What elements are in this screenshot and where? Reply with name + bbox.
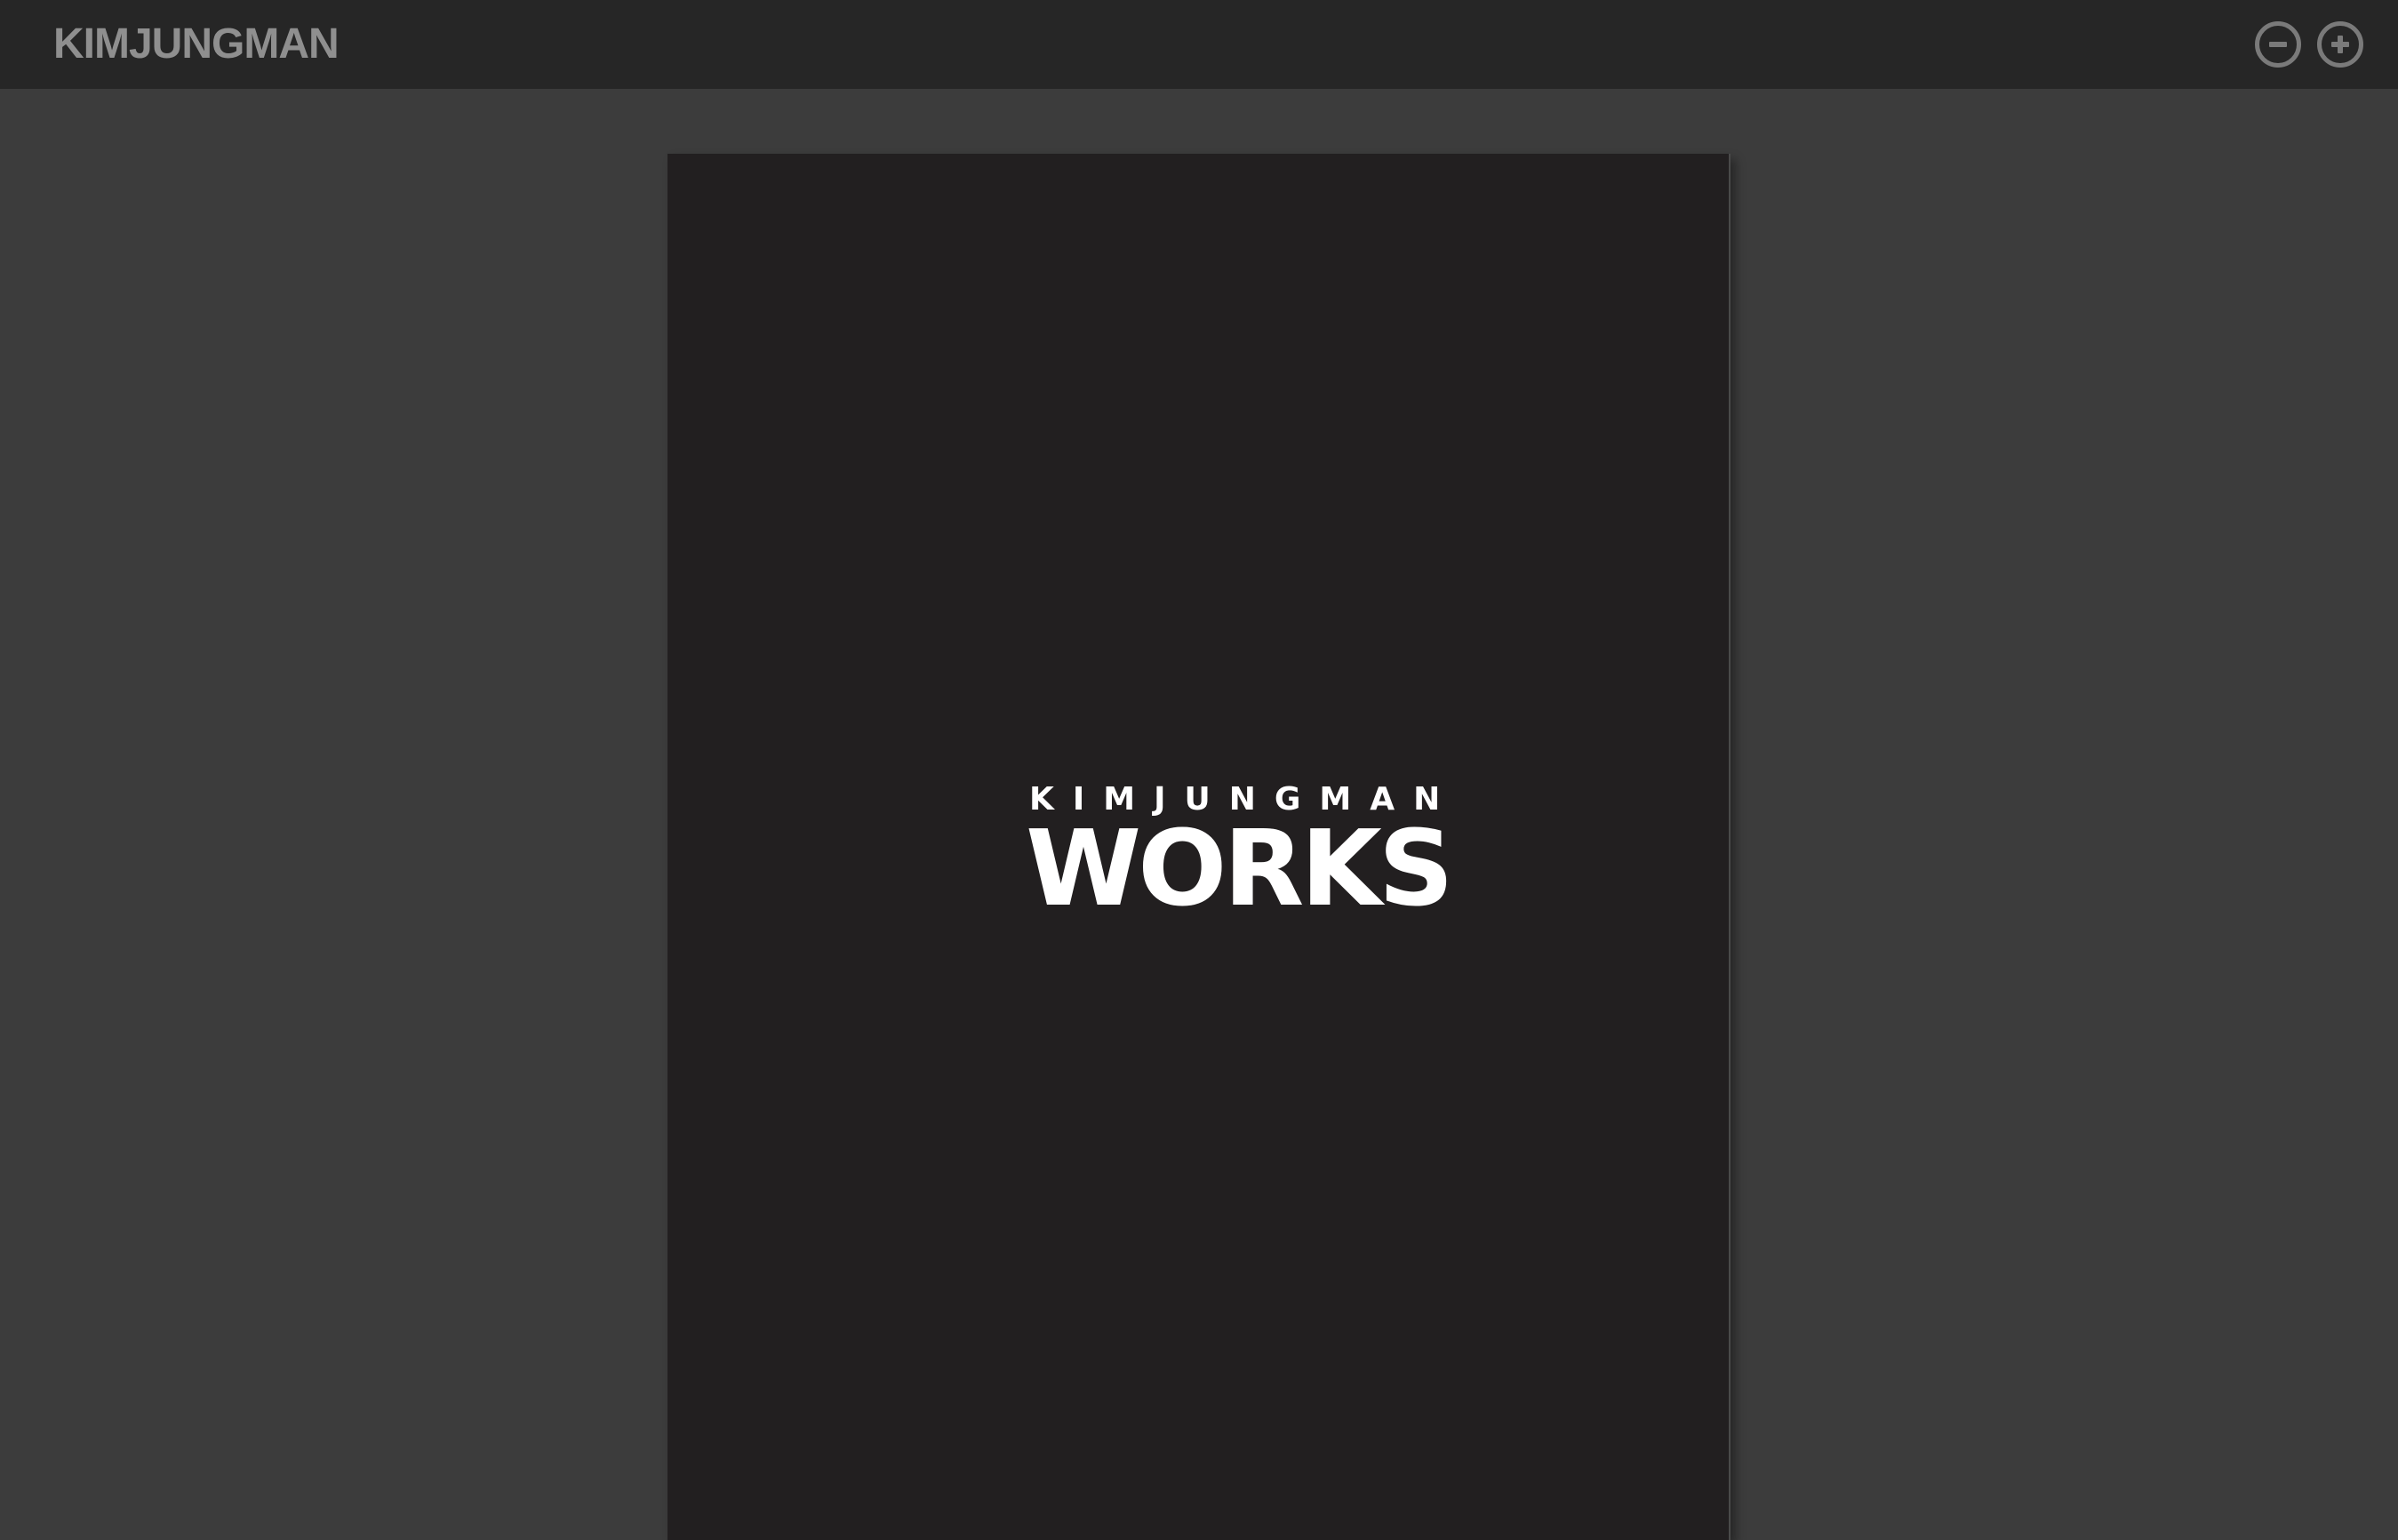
zoom-out-button[interactable]: [2255, 21, 2301, 68]
top-bar: KIMJUNGMAN: [0, 0, 2398, 89]
cover-title-block: KIMJUNGMAN WORKS: [1026, 782, 1454, 930]
cover-title: WORKS: [1026, 807, 1454, 930]
document-viewer[interactable]: KIMJUNGMAN WORKS: [0, 89, 2398, 1540]
zoom-in-button[interactable]: [2317, 21, 2363, 68]
app-title[interactable]: KIMJUNGMAN: [53, 20, 340, 69]
document-page[interactable]: KIMJUNGMAN WORKS: [667, 154, 1731, 1540]
